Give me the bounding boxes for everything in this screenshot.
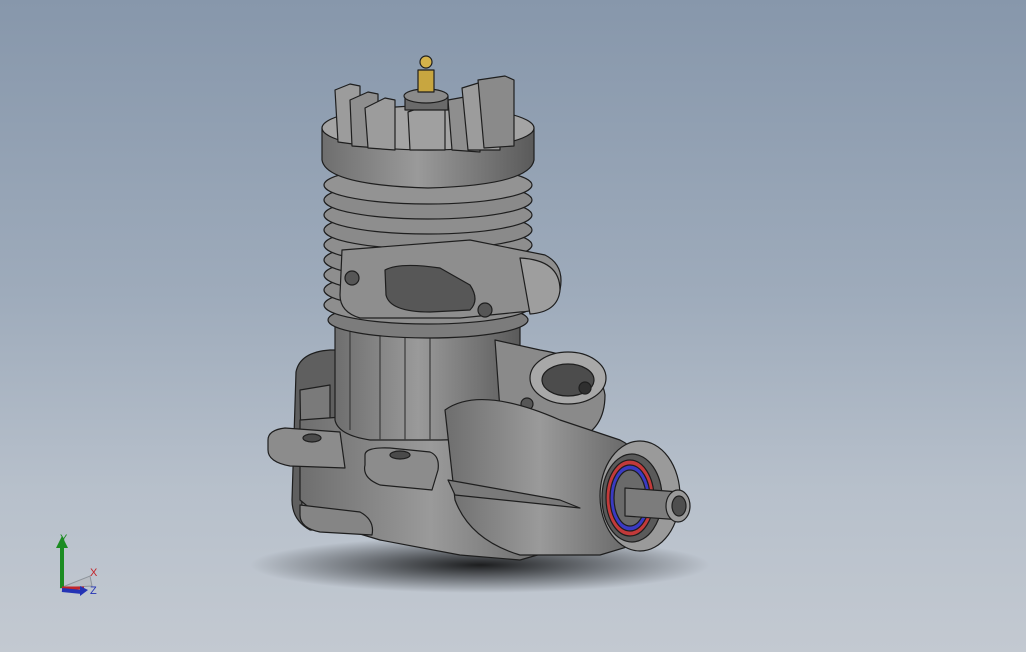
triad-x-label: X <box>90 567 98 579</box>
glow-plug <box>403 55 449 111</box>
triad-axes <box>56 536 93 596</box>
triad-z-label: Z <box>90 585 97 597</box>
mounting-lug-left <box>267 427 346 469</box>
engine-body <box>267 55 691 561</box>
engine-3d-model[interactable] <box>0 0 1026 652</box>
coordinate-triad: Y X Z <box>50 530 110 600</box>
graphics-viewport[interactable]: Y X Z <box>0 0 1026 652</box>
triad-y-label: Y <box>60 533 68 545</box>
crankshaft <box>624 487 691 523</box>
